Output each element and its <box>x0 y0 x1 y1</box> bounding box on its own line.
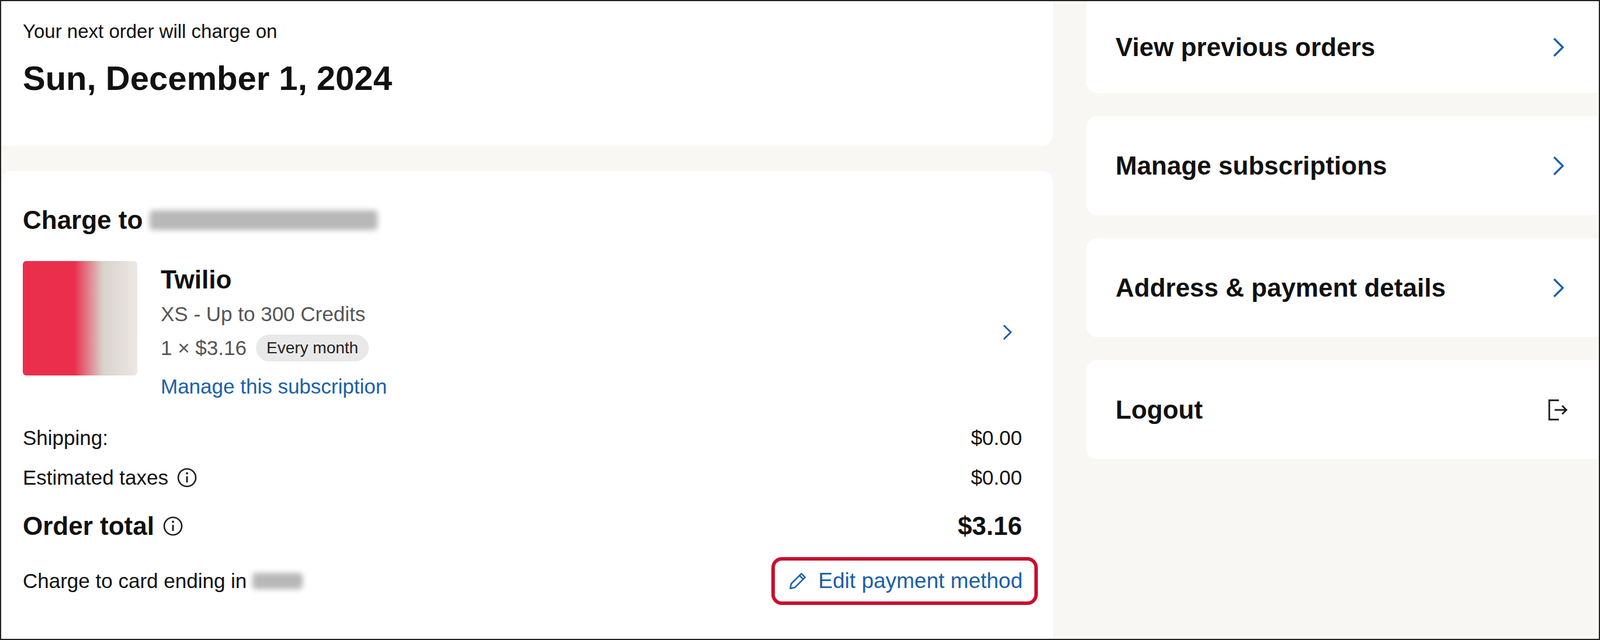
edit-payment-button[interactable]: Edit payment method <box>771 557 1038 606</box>
chevron-right-icon <box>1546 35 1570 60</box>
product-row[interactable]: TwilioXS - Up to 300 Credits1 × $3.16Eve… <box>22 261 1023 404</box>
menu-item-label: Logout <box>1115 395 1203 425</box>
charge-to-heading: Charge to <box>22 203 1023 237</box>
redacted-card-digits <box>252 573 303 590</box>
pencil-icon <box>786 570 809 593</box>
menu-item-label: Address & payment details <box>1115 273 1446 303</box>
product-image <box>22 261 138 376</box>
menu-item-label: Manage subscriptions <box>1115 151 1388 181</box>
main-column: Your next order will charge on Sun, Decem… <box>1 1 1054 640</box>
next-charge-label: Your next order will charge on <box>22 19 1032 44</box>
chevron-right-icon <box>1546 154 1570 178</box>
menu-item[interactable]: View previous orders <box>1086 1 1599 93</box>
menu-item-label: View previous orders <box>1115 32 1376 62</box>
chevron-right-icon <box>1546 276 1570 300</box>
summary-label: Shipping: <box>22 426 109 450</box>
menu-item[interactable]: Address & payment details <box>1086 238 1599 338</box>
redacted-address <box>149 210 378 231</box>
menu-item[interactable]: Logout <box>1086 360 1599 460</box>
summary-value: $0.00 <box>970 466 1023 490</box>
product-variant: XS - Up to 300 Credits <box>160 297 975 332</box>
account-menu: View previous orders Manage subscriptions… <box>1086 1 1599 640</box>
product-name: Twilio <box>160 262 975 298</box>
summary-row: Shipping: $0.00 <box>22 423 1023 453</box>
order-total-row: Order total $3.16 <box>22 508 1023 545</box>
summary-value: $0.00 <box>970 426 1023 450</box>
logout-icon <box>1543 397 1570 424</box>
frequency-badge: Every month <box>255 334 369 362</box>
info-icon[interactable] <box>176 467 198 489</box>
account-page: Your next order will charge on Sun, Decem… <box>0 0 1600 640</box>
menu-item[interactable]: Manage subscriptions <box>1086 116 1599 216</box>
order-total-label: Order total <box>22 511 184 542</box>
chevron-right-icon[interactable] <box>997 323 1017 342</box>
product-quantity: 1 × $3.16Every month <box>160 331 975 366</box>
product-info: TwilioXS - Up to 300 Credits1 × $3.16Eve… <box>160 262 975 404</box>
info-icon[interactable] <box>162 515 184 538</box>
summary-label: Estimated taxes <box>22 466 198 490</box>
summary-row: Estimated taxes $0.00 <box>22 463 1023 493</box>
next-charge-date: Sun, December 1, 2024 <box>22 57 1032 100</box>
manage-subscription-link[interactable]: Manage this subscription <box>160 369 975 404</box>
payment-row: Charge to card ending in Edit payment me… <box>22 552 1023 611</box>
order-total-value: $3.16 <box>957 511 1023 542</box>
payment-label: Charge to card ending in <box>22 569 303 594</box>
next-charge-card: Your next order will charge on Sun, Decem… <box>1 1 1054 147</box>
order-card: Charge to TwilioXS - Up to 300 Credits1 ×… <box>1 171 1054 640</box>
